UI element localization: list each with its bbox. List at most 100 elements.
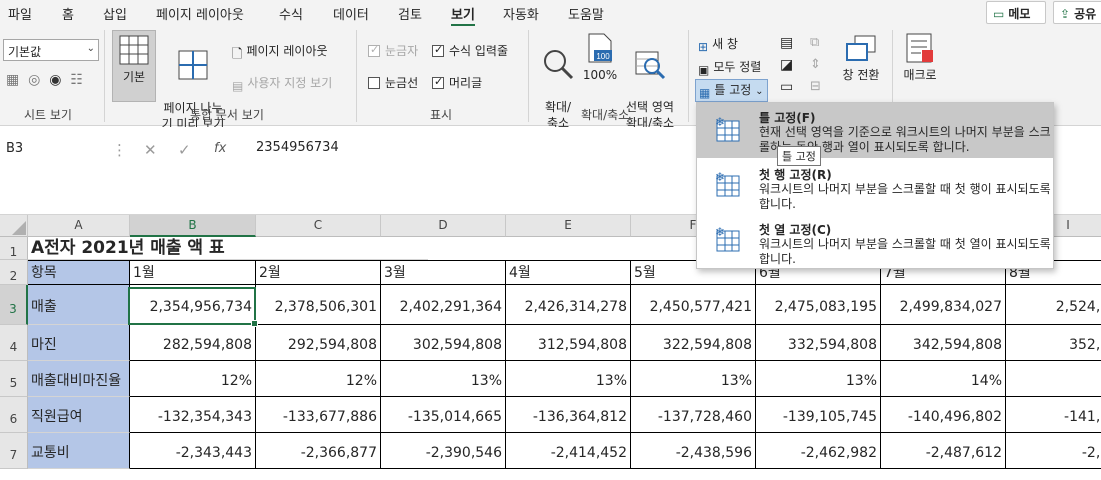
data-cell[interactable]: 302,594,808: [381, 325, 506, 361]
data-cell[interactable]: 13%: [381, 361, 506, 397]
header-label-cell[interactable]: 항목: [28, 260, 130, 285]
month-header-cell[interactable]: 2월: [256, 260, 381, 285]
tab-page-layout[interactable]: 페이지 레이아웃: [156, 4, 244, 23]
data-cell[interactable]: 2,402,291,364: [381, 285, 506, 325]
formula-bar-checkbox[interactable]: 수식 입력줄: [432, 42, 508, 59]
zoom-button[interactable]: 확대/ 축소: [536, 32, 580, 131]
split-button[interactable]: ▤: [780, 35, 793, 51]
gridlines-checkbox[interactable]: 눈금선: [368, 74, 418, 91]
tab-review[interactable]: 검토: [398, 4, 422, 23]
column-header-e[interactable]: E: [506, 215, 631, 237]
tab-formulas[interactable]: 수식: [279, 4, 303, 23]
row-header-3[interactable]: 3: [0, 285, 28, 325]
data-cell[interactable]: 2,499,834,027: [881, 285, 1006, 325]
zoom-100-button[interactable]: 100 100%: [582, 32, 618, 83]
row-header-2[interactable]: 2: [0, 260, 28, 285]
tab-insert[interactable]: 삽입: [103, 4, 127, 23]
data-cell[interactable]: 12%: [256, 361, 381, 397]
menu-item-freeze-top-row[interactable]: ❄ 첫 행 고정(R) 워크시트의 나머지 부분을 스크롤할 때 첫 행이 표시…: [697, 160, 1053, 215]
data-cell[interactable]: 2,450,577,421: [631, 285, 756, 325]
data-cell[interactable]: -2,414,452: [506, 433, 631, 469]
insert-function-icon[interactable]: fx: [214, 141, 226, 156]
data-cell[interactable]: 13%: [506, 361, 631, 397]
row-label-cell[interactable]: 매출대비마진율: [28, 361, 130, 397]
sheet-view-keep-icon[interactable]: ▦: [6, 72, 19, 88]
share-button[interactable]: ⇪ 공유: [1053, 1, 1101, 24]
data-cell[interactable]: -140,496,802: [881, 397, 1006, 433]
tab-view[interactable]: 보기: [451, 4, 475, 27]
data-cell[interactable]: 2,354,956,734: [130, 285, 256, 325]
normal-view-button[interactable]: 기본: [112, 30, 156, 102]
data-cell[interactable]: 2,475,083,195: [756, 285, 881, 325]
data-cell[interactable]: 292,594,808: [256, 325, 381, 361]
data-cell[interactable]: 14%: [881, 361, 1006, 397]
data-cell[interactable]: -2,390,546: [381, 433, 506, 469]
month-header-cell[interactable]: 4월: [506, 260, 631, 285]
data-cell[interactable]: -2,487,612: [881, 433, 1006, 469]
data-cell[interactable]: -2,438,596: [631, 433, 756, 469]
column-header-a[interactable]: A: [28, 215, 130, 237]
row-label-cell[interactable]: 마진: [28, 325, 130, 361]
data-cell[interactable]: 1: [1006, 361, 1101, 397]
data-cell[interactable]: 312,594,808: [506, 325, 631, 361]
row-header-7[interactable]: 7: [0, 433, 28, 469]
custom-views-button[interactable]: ▤ 사용자 지정 보기: [232, 74, 332, 93]
data-cell[interactable]: 282,594,808: [130, 325, 256, 361]
hide-button[interactable]: ◪: [780, 57, 793, 73]
data-cell[interactable]: 2,378,506,301: [256, 285, 381, 325]
menu-item-freeze-panes[interactable]: ❄ 틀 고정(F) 현재 선택 영역을 기준으로 워크시트의 나머지 부분을 스…: [697, 103, 1053, 158]
row-header-6[interactable]: 6: [0, 397, 28, 433]
data-cell[interactable]: -133,677,886: [256, 397, 381, 433]
month-header-cell[interactable]: 3월: [381, 260, 506, 285]
comments-button[interactable]: ▭ 메모: [986, 1, 1046, 24]
data-cell[interactable]: -141,901: [1006, 397, 1101, 433]
page-break-preview-button[interactable]: 페이지 나누 기 미리 보기: [158, 30, 228, 131]
row-label-cell[interactable]: 교통비: [28, 433, 130, 469]
freeze-panes-button[interactable]: ▦ 틀 고정 ⌄: [695, 79, 768, 102]
sheet-view-dropdown[interactable]: 기본값 ⌄: [3, 39, 99, 61]
new-window-button[interactable]: ⊞ 새 창: [698, 35, 738, 54]
macros-button[interactable]: 매크로: [898, 32, 942, 83]
sync-scroll-button[interactable]: ⇕: [810, 57, 821, 72]
data-cell[interactable]: -136,364,812: [506, 397, 631, 433]
unhide-button[interactable]: ▭: [780, 79, 793, 95]
sheet-view-new-icon[interactable]: ◉: [49, 72, 61, 88]
tab-file[interactable]: 파일: [8, 4, 32, 23]
data-cell[interactable]: -2,462,982: [756, 433, 881, 469]
page-layout-button[interactable]: 🗋 페이지 레이아웃: [232, 42, 328, 67]
reset-window-button[interactable]: ⊟: [810, 79, 821, 94]
data-cell[interactable]: -137,728,460: [631, 397, 756, 433]
data-cell[interactable]: 342,594,808: [881, 325, 1006, 361]
sheet-title-cell[interactable]: A전자 2021년 매출 액 표: [28, 237, 428, 260]
headings-checkbox[interactable]: 머리글: [432, 74, 482, 91]
tab-data[interactable]: 데이터: [333, 4, 369, 23]
row-header-4[interactable]: 4: [0, 325, 28, 361]
switch-windows-button[interactable]: 창 전환: [836, 32, 886, 83]
ruler-checkbox[interactable]: 눈금자: [368, 42, 418, 59]
column-header-c[interactable]: C: [256, 215, 381, 237]
data-cell[interactable]: 332,594,808: [756, 325, 881, 361]
row-label-cell[interactable]: 직원급여: [28, 397, 130, 433]
data-cell[interactable]: -139,105,745: [756, 397, 881, 433]
select-all-corner[interactable]: [0, 215, 28, 237]
data-cell[interactable]: 352,594: [1006, 325, 1101, 361]
formula-input[interactable]: 2354956734: [256, 140, 339, 155]
cancel-icon[interactable]: ✕: [144, 141, 157, 159]
data-cell[interactable]: 2,524,832: [1006, 285, 1101, 325]
data-cell[interactable]: 13%: [631, 361, 756, 397]
data-cell[interactable]: -132,354,343: [130, 397, 256, 433]
menu-item-freeze-first-column[interactable]: ❄ 첫 열 고정(C) 워크시트의 나머지 부분을 스크롤할 때 첫 열이 표시…: [697, 215, 1053, 270]
row-header-5[interactable]: 5: [0, 361, 28, 397]
name-box[interactable]: B3: [2, 139, 118, 161]
row-header-1[interactable]: 1: [0, 237, 28, 260]
data-cell[interactable]: 13%: [756, 361, 881, 397]
row-label-cell[interactable]: 매출: [28, 285, 130, 325]
data-cell[interactable]: -2,343,443: [130, 433, 256, 469]
enter-icon[interactable]: ✓: [178, 141, 191, 159]
data-cell[interactable]: -2,366,877: [256, 433, 381, 469]
sheet-view-exit-icon[interactable]: ◎: [28, 72, 40, 88]
arrange-all-button[interactable]: ▣ 모두 정렬: [698, 58, 761, 77]
data-cell[interactable]: 12%: [130, 361, 256, 397]
view-side-by-side-button[interactable]: ⧉: [810, 35, 819, 50]
data-cell[interactable]: -2,512: [1006, 433, 1101, 469]
